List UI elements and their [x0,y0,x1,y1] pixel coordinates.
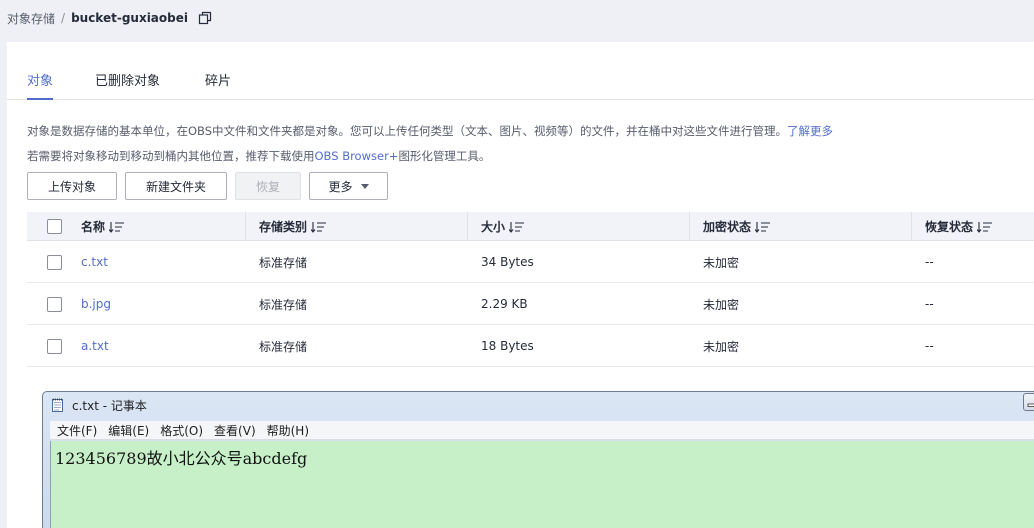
storage-class-cell: 标准存储 [259,255,308,270]
breadcrumb-root[interactable]: 对象存储 [7,10,55,27]
more-button-label: 更多 [328,179,353,194]
size-cell: 2.29 KB [481,297,528,311]
notepad-titlebar[interactable]: c.txt - 记事本 [43,392,1034,418]
menu-format[interactable]: 格式(O) [160,422,203,439]
bucket-name: bucket-guxiaobei [71,11,188,25]
column-divider [911,212,912,241]
breadcrumb: 对象存储 / bucket-guxiaobei [7,8,212,28]
sort-icon[interactable] [977,221,993,233]
restore-status-cell: -- [925,255,934,269]
table-header: 名称 存储类别 大小 加密状态 恢复状态 [27,212,1034,241]
caret-down-icon [360,183,369,189]
row-checkbox[interactable] [47,255,62,270]
column-divider [689,212,690,241]
column-divider [245,212,246,241]
table-row[interactable]: b.jpg 标准存储 2.29 KB 未加密 -- [27,283,1034,325]
description-suffix: 图形化管理工具。 [398,149,491,163]
column-restore-status[interactable]: 恢复状态 [925,212,993,241]
objects-table: 名称 存储类别 大小 加密状态 恢复状态 c.txt 标准存储 34 Bytes… [27,212,1034,367]
description-text: 对象是数据存储的基本单位，在OBS中文件和文件夹都是对象。您可以上传任何类型（文… [27,124,788,138]
upload-object-button[interactable]: 上传对象 [27,172,117,200]
learn-more-link[interactable]: 了解更多 [787,124,833,138]
table-row[interactable]: a.txt 标准存储 18 Bytes 未加密 -- [27,325,1034,367]
tab-fragments[interactable]: 碎片 [205,70,231,98]
column-restore-status-label: 恢复状态 [925,220,974,234]
copy-icon[interactable] [198,11,212,25]
menu-view[interactable]: 查看(V) [214,422,256,439]
description-line-2: 若需要将对象移动到移动到桶内其他位置，推荐下载使用OBS Browser+图形化… [27,148,490,164]
column-encryption[interactable]: 加密状态 [703,212,771,241]
tab-deleted-objects[interactable]: 已删除对象 [95,70,160,98]
sort-icon[interactable] [755,221,771,233]
menu-edit[interactable]: 编辑(E) [108,422,149,439]
more-button[interactable]: 更多 [309,172,388,200]
storage-class-cell: 标准存储 [259,297,308,312]
notepad-window[interactable]: c.txt - 记事本 文件(F) 编辑(E) 格式(O) 查看(V) 帮助(H… [42,391,1034,528]
column-storage-class[interactable]: 存储类别 [259,212,327,241]
restore-button[interactable]: 恢复 [235,172,301,200]
restore-status-cell: -- [925,297,934,311]
object-name-link[interactable]: c.txt [81,241,108,283]
notepad-menubar: 文件(F) 编辑(E) 格式(O) 查看(V) 帮助(H) [50,421,1034,440]
column-size[interactable]: 大小 [481,212,525,241]
notepad-icon [52,398,63,412]
row-checkbox[interactable] [47,297,62,312]
new-folder-button[interactable]: 新建文件夹 [125,172,227,200]
row-checkbox[interactable] [47,339,62,354]
obs-browser-link[interactable]: OBS Browser+ [315,149,399,163]
menu-help[interactable]: 帮助(H) [267,422,309,439]
size-cell: 18 Bytes [481,339,534,353]
object-name-link[interactable]: b.jpg [81,283,111,325]
breadcrumb-separator: / [61,11,66,25]
encryption-cell: 未加密 [703,339,740,354]
notepad-text-area[interactable]: 123456789故小北公众号abcdefg [50,441,1034,528]
column-size-label: 大小 [481,220,506,234]
sort-icon[interactable] [311,221,327,233]
restore-status-cell: -- [925,339,934,353]
notepad-title: c.txt - 记事本 [72,399,147,413]
encryption-cell: 未加密 [703,297,740,312]
sort-icon[interactable] [509,221,525,233]
minimize-button[interactable] [1023,393,1034,411]
select-all-checkbox[interactable] [47,219,62,234]
minimize-icon [1027,403,1034,407]
sort-icon[interactable] [109,221,125,233]
notepad-content: 123456789故小北公众号abcdefg [55,449,308,468]
column-encryption-label: 加密状态 [703,220,752,234]
table-row[interactable]: c.txt 标准存储 34 Bytes 未加密 -- [27,241,1034,283]
column-storage-class-label: 存储类别 [259,220,308,234]
column-name-label: 名称 [81,220,106,234]
object-name-link[interactable]: a.txt [81,325,109,367]
column-name[interactable]: 名称 [81,212,125,241]
size-cell: 34 Bytes [481,255,534,269]
menu-file[interactable]: 文件(F) [57,422,97,439]
tab-objects[interactable]: 对象 [27,70,54,100]
tab-bar: 对象 已删除对象 碎片 [7,42,1034,100]
encryption-cell: 未加密 [703,255,740,270]
column-divider [467,212,468,241]
description-prefix: 若需要将对象移动到移动到桶内其他位置，推荐下载使用 [27,149,315,163]
description-line-1: 对象是数据存储的基本单位，在OBS中文件和文件夹都是对象。您可以上传任何类型（文… [27,123,833,139]
storage-class-cell: 标准存储 [259,339,308,354]
